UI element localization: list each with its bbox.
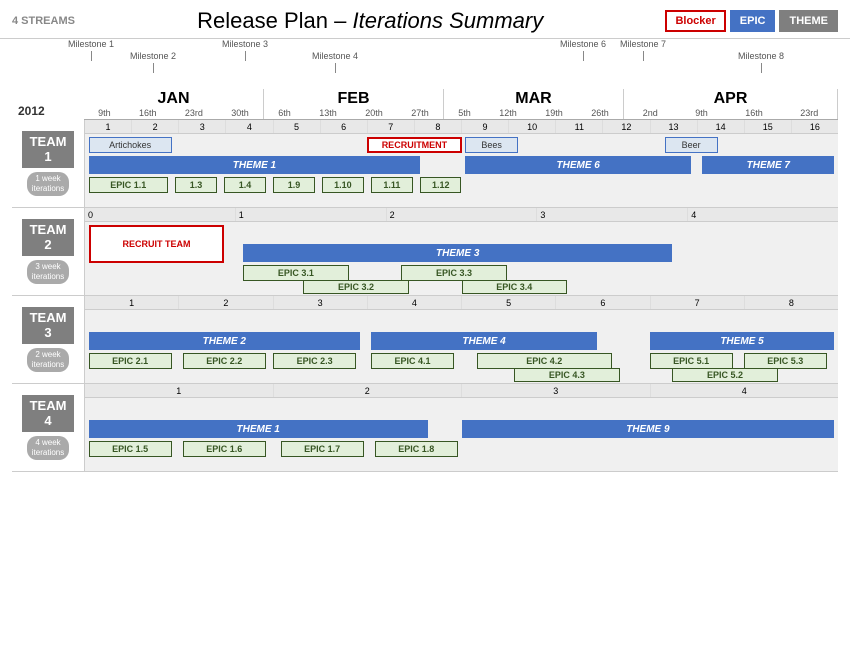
epic-2-2: EPIC 2.2	[183, 353, 266, 369]
team-4-name: TEAM 4	[22, 395, 75, 432]
team-4-iter-numbers: 1 2 3 4	[85, 384, 838, 398]
streams-label: 4 STREAMS	[12, 15, 75, 27]
epic-1-12: 1.12	[420, 177, 461, 193]
epic-5-2: EPIC 5.2	[672, 368, 777, 382]
epic-1-5: EPIC 1.5	[89, 441, 172, 457]
epic-1-8: EPIC 1.8	[375, 441, 458, 457]
epic-1-10: 1.10	[322, 177, 363, 193]
team-1-iterations: 1 week iterations	[27, 172, 69, 197]
main-container: 4 STREAMS Release Plan – Iterations Summ…	[0, 0, 850, 646]
epic-1-6: EPIC 1.6	[183, 441, 266, 457]
team-1-name: TEAM 1	[22, 131, 75, 168]
epic-1-9: 1.9	[273, 177, 314, 193]
month-mar: MAR 5th12th19th26th	[444, 89, 624, 119]
story-bees: Bees	[465, 137, 518, 153]
epic-2-3: EPIC 2.3	[273, 353, 356, 369]
team-1-iter-numbers: 1 2 3 4 5 6 7 8 9 10 11 12 13 14 15 16	[85, 120, 838, 134]
milestone-6: Milestone 6	[560, 39, 606, 61]
team-2-label: TEAM 2 3 week iterations	[12, 208, 84, 295]
teams-container: TEAM 1 1 week iterations 1 2 3 4 5 6 7 8…	[0, 120, 850, 646]
theme-4-t3: THEME 4	[371, 332, 597, 350]
months-row: JAN 9th16th23rd30th FEB 6th13th20th27th …	[84, 89, 838, 120]
epic-4-1: EPIC 4.1	[371, 353, 454, 369]
theme-1-t4: THEME 1	[89, 420, 428, 438]
badge-epic[interactable]: EPIC	[730, 10, 776, 32]
epic-1-7: EPIC 1.7	[281, 441, 364, 457]
story-recruitment: RECRUITMENT	[367, 137, 461, 153]
team-4-row: TEAM 4 4 week iterations 1 2 3 4 THEME 1…	[12, 384, 838, 472]
team-1-bars: Artichokes RECRUITMENT Bees Beer THEME 1…	[85, 134, 838, 207]
team-4-content: 1 2 3 4 THEME 1 THEME 9 EPIC 1.5 EPIC 1.…	[84, 384, 838, 471]
header-title: Release Plan – Iterations Summary	[197, 8, 543, 34]
team-3-name: TEAM 3	[22, 307, 75, 344]
theme-5-t3: THEME 5	[650, 332, 834, 350]
month-jan: JAN 9th16th23rd30th	[84, 89, 264, 119]
team-3-iter-numbers: 1 2 3 4 5 6 7 8	[85, 296, 838, 310]
epic-1-4: 1.4	[224, 177, 265, 193]
team-2-bars: RECRUIT TEAM THEME 3 EPIC 3.1 EPIC 3.3 E…	[85, 222, 838, 295]
team-2-name: TEAM 2	[22, 219, 75, 256]
team-2-iterations: 3 week iterations	[27, 260, 69, 285]
epic-1-1: EPIC 1.1	[89, 177, 168, 193]
milestone-2: Milestone 2	[130, 39, 176, 73]
timeline-area: Milestone 1 Milestone 2 Milestone 3 Mile…	[0, 39, 850, 120]
team-1-label: TEAM 1 1 week iterations	[12, 120, 84, 207]
theme-6-t1: THEME 6	[465, 156, 691, 174]
header: 4 STREAMS Release Plan – Iterations Summ…	[0, 0, 850, 39]
theme-3-t2: THEME 3	[243, 244, 672, 262]
badges-container: Blocker EPIC THEME	[665, 10, 838, 32]
epic-1-3: 1.3	[175, 177, 216, 193]
team-2-iter-numbers: 0 1 2 3 4	[85, 208, 838, 222]
badge-theme[interactable]: THEME	[779, 10, 838, 32]
team-4-label: TEAM 4 4 week iterations	[12, 384, 84, 471]
theme-7-t1: THEME 7	[702, 156, 834, 174]
epic-4-3: EPIC 4.3	[514, 368, 619, 382]
calendar-header: 2012 JAN 9th16th23rd30th FEB 6th13th20th…	[12, 89, 838, 120]
milestone-3: Milestone 3	[222, 39, 268, 61]
team-1-content: 1 2 3 4 5 6 7 8 9 10 11 12 13 14 15 16	[84, 120, 838, 207]
team-3-label: TEAM 3 2 week iterations	[12, 296, 84, 383]
story-artichokes: Artichokes	[89, 137, 172, 153]
badge-blocker[interactable]: Blocker	[665, 10, 725, 32]
team-4-bars: THEME 1 THEME 9 EPIC 1.5 EPIC 1.6 EPIC 1…	[85, 398, 838, 471]
epic-1-11: 1.11	[371, 177, 412, 193]
epic-5-1: EPIC 5.1	[650, 353, 733, 369]
epic-3-1: EPIC 3.1	[243, 265, 348, 281]
team-3-bars: THEME 2 THEME 4 THEME 5 EPIC 2.1 EPIC 2.…	[85, 310, 838, 383]
team-1-row: TEAM 1 1 week iterations 1 2 3 4 5 6 7 8…	[12, 120, 838, 208]
epic-5-3: EPIC 5.3	[744, 353, 827, 369]
month-apr: APR 2nd9th16th23rd	[624, 89, 838, 119]
team-2-row: TEAM 2 3 week iterations 0 1 2 3 4 RECRU…	[12, 208, 838, 296]
epic-3-2: EPIC 3.2	[303, 280, 408, 294]
epic-4-2: EPIC 4.2	[477, 353, 613, 369]
milestone-1: Milestone 1	[68, 39, 114, 61]
team-4-iterations: 4 week iterations	[27, 436, 69, 461]
epic-3-4: EPIC 3.4	[462, 280, 567, 294]
theme-1-t1: THEME 1	[89, 156, 420, 174]
recruit-team: RECRUIT TEAM	[89, 225, 225, 263]
milestone-8: Milestone 8	[738, 39, 784, 73]
title-text: Release Plan – Iterations Summary	[197, 8, 543, 33]
theme-2-t3: THEME 2	[89, 332, 360, 350]
team-3-content: 1 2 3 4 5 6 7 8 THEME 2 THEME 4 THEME 5	[84, 296, 838, 383]
epic-3-3: EPIC 3.3	[401, 265, 506, 281]
epic-2-1: EPIC 2.1	[89, 353, 172, 369]
story-beer: Beer	[665, 137, 718, 153]
team-3-iterations: 2 week iterations	[27, 348, 69, 373]
team-3-row: TEAM 3 2 week iterations 1 2 3 4 5 6 7 8…	[12, 296, 838, 384]
theme-9-t4: THEME 9	[462, 420, 835, 438]
milestone-7: Milestone 7	[620, 39, 666, 61]
milestones-row: Milestone 1 Milestone 2 Milestone 3 Mile…	[12, 39, 838, 89]
team-2-content: 0 1 2 3 4 RECRUIT TEAM THEME 3 EPIC 3.1 …	[84, 208, 838, 295]
month-feb: FEB 6th13th20th27th	[264, 89, 444, 119]
milestone-4: Milestone 4	[312, 39, 358, 73]
year-label: 2012	[18, 104, 45, 118]
